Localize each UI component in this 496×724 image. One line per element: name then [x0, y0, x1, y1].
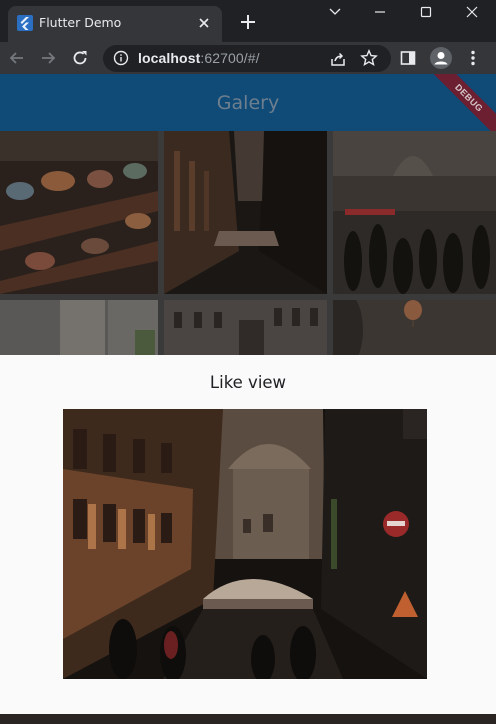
gallery-image-facade[interactable]: [164, 300, 327, 361]
facade-image: [164, 300, 327, 361]
chevron-down-icon[interactable]: [323, 4, 347, 20]
tab-strip: Flutter Demo: [0, 0, 496, 42]
maximize-icon[interactable]: [414, 4, 438, 20]
side-panel-icon[interactable]: [400, 50, 416, 66]
plus-icon[interactable]: [239, 13, 257, 31]
square-image: [333, 131, 496, 294]
star-icon[interactable]: [360, 49, 378, 67]
share-icon[interactable]: [329, 50, 347, 68]
balloon-image: [333, 300, 496, 361]
reload-icon[interactable]: [71, 49, 89, 67]
gallery-image-door[interactable]: [0, 300, 158, 361]
url-path: :62700/#/: [200, 50, 260, 66]
teacups-image: [0, 131, 158, 294]
app-bar: Galery: [0, 74, 496, 131]
arrow-left-icon[interactable]: [8, 49, 26, 67]
window-close-icon[interactable]: [460, 4, 484, 20]
address-bar[interactable]: localhost:62700/#/: [103, 45, 391, 72]
minimize-icon[interactable]: [368, 4, 392, 20]
person-icon: [434, 52, 448, 65]
browser-tab[interactable]: Flutter Demo: [8, 6, 222, 42]
street-large-image: [63, 409, 427, 679]
url-host: localhost: [138, 50, 201, 66]
url-text[interactable]: localhost:62700/#/: [138, 50, 260, 66]
app-title: Galery: [216, 92, 280, 114]
window-bottom-edge: [0, 714, 496, 724]
gallery-image-teacups[interactable]: [0, 131, 158, 294]
street-image: [164, 131, 327, 294]
dialog-title: Like view: [209, 373, 287, 392]
dialog-image[interactable]: [63, 409, 427, 679]
flutter-logo-icon: [17, 15, 33, 31]
info-icon[interactable]: [113, 50, 129, 66]
flutter-viewport: Galery DEBUG Like view: [0, 74, 496, 714]
arrow-right-icon[interactable]: [39, 49, 57, 67]
close-icon[interactable]: [196, 15, 212, 31]
gallery-image-street[interactable]: [164, 131, 327, 294]
gallery-grid: [0, 131, 496, 361]
tab-title: Flutter Demo: [39, 15, 122, 30]
gallery-image-balloon[interactable]: [333, 300, 496, 361]
kebab-menu-icon[interactable]: [466, 49, 480, 67]
profile-icon[interactable]: [430, 47, 452, 69]
door-image: [0, 300, 158, 361]
like-view-dialog: Like view: [0, 355, 496, 714]
browser-toolbar: localhost:62700/#/: [0, 42, 496, 74]
gallery-image-square[interactable]: [333, 131, 496, 294]
